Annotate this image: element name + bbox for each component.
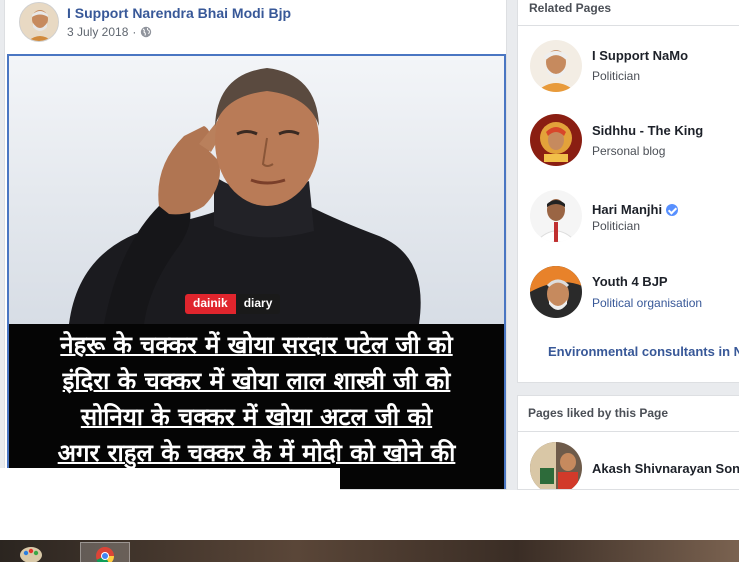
related-page-item[interactable]: I Support NaMo Politician xyxy=(518,38,739,98)
post-page-name[interactable]: I Support Narendra Bhai Modi Bjp xyxy=(67,5,291,21)
meta-separator: · xyxy=(132,25,137,39)
related-page-item[interactable]: Youth 4 BJP Political organisation xyxy=(518,266,739,326)
pages-liked-header: Pages liked by this Page xyxy=(518,396,739,432)
liked-page-name[interactable]: Akash Shivnarayan Son xyxy=(592,461,739,476)
related-page-name[interactable]: I Support NaMo xyxy=(592,48,688,63)
post-header: I Support Narendra Bhai Modi Bjp 3 July … xyxy=(5,0,506,54)
bottom-blank-area xyxy=(0,490,739,540)
related-more-link[interactable]: Environmental consultants in N xyxy=(548,344,739,359)
liked-page-name-text[interactable]: Akash Shivnarayan Son xyxy=(592,461,739,476)
related-page-name-text[interactable]: Hari Manjhi xyxy=(592,202,662,217)
related-page-category: Personal blog xyxy=(592,144,666,158)
related-page-name-text[interactable]: Sidhhu - The King xyxy=(592,123,703,138)
post-card: I Support Narendra Bhai Modi Bjp 3 July … xyxy=(4,0,507,490)
liked-page-item[interactable]: Akash Shivnarayan Son xyxy=(518,442,739,489)
related-page-item[interactable]: Sidhhu - The King Personal blog xyxy=(518,114,739,174)
related-pages-title: Related Pages xyxy=(529,1,612,15)
caption-line: अगर राहुल के चक्कर के में मोदी को खोने क… xyxy=(57,439,456,467)
taskbar-app-chrome[interactable] xyxy=(80,542,130,562)
os-taskbar xyxy=(0,540,739,562)
watermark-logo: dainik diary xyxy=(185,294,281,314)
related-page-item[interactable]: Hari Manjhi Politician xyxy=(518,190,739,250)
caption-line: इंदिरा के चक्कर में खोया लाल शास्त्री जी… xyxy=(62,367,451,395)
related-page-name-text[interactable]: Youth 4 BJP xyxy=(592,274,668,289)
related-page-name[interactable]: Sidhhu - The King xyxy=(592,123,703,138)
overlay-strip xyxy=(0,468,340,490)
related-page-name[interactable]: Youth 4 BJP xyxy=(592,274,668,289)
image-caption: नेहरू के चक्कर में खोया सरदार पटेल जी को… xyxy=(9,324,504,489)
post-meta: 3 July 2018 · xyxy=(67,25,152,39)
liked-page-avatar[interactable] xyxy=(530,442,582,489)
post-image[interactable]: dainik diary नेहरू के चक्कर में खोया सरद… xyxy=(7,54,506,489)
related-page-avatar[interactable] xyxy=(530,266,582,318)
watermark-left: dainik xyxy=(185,294,236,314)
related-page-category: Politician xyxy=(592,219,641,233)
caption-line: नेहरू के चक्कर में खोया सरदार पटेल जी को xyxy=(60,331,453,359)
related-pages-header: Related Pages xyxy=(518,0,739,26)
pages-liked-title: Pages liked by this Page xyxy=(528,406,669,420)
chrome-icon xyxy=(96,547,115,562)
photo: dainik diary xyxy=(9,56,504,324)
related-page-avatar[interactable] xyxy=(530,40,582,92)
related-pages-card: Related Pages I Support NaMo Politician … xyxy=(517,0,739,383)
related-page-avatar[interactable] xyxy=(530,190,582,242)
watermark-right: diary xyxy=(235,294,281,314)
globe-icon[interactable] xyxy=(140,26,152,38)
related-page-category[interactable]: Political organisation xyxy=(592,296,702,310)
related-page-category: Politician xyxy=(592,69,641,83)
facebook-page: I Support Narendra Bhai Modi Bjp 3 July … xyxy=(0,0,739,562)
caption-line: सोनिया के चक्कर में खोया अटल जी को xyxy=(80,403,433,431)
pages-liked-card: Pages liked by this Page Akash Shivnaray… xyxy=(517,395,739,490)
post-date[interactable]: 3 July 2018 xyxy=(67,25,128,39)
page-avatar[interactable] xyxy=(19,2,59,42)
related-page-name-text[interactable]: I Support NaMo xyxy=(592,48,688,63)
related-page-name[interactable]: Hari Manjhi xyxy=(592,202,679,217)
taskbar-app-paint[interactable] xyxy=(16,542,66,562)
related-page-avatar[interactable] xyxy=(530,114,582,166)
verified-badge-icon xyxy=(666,203,679,216)
